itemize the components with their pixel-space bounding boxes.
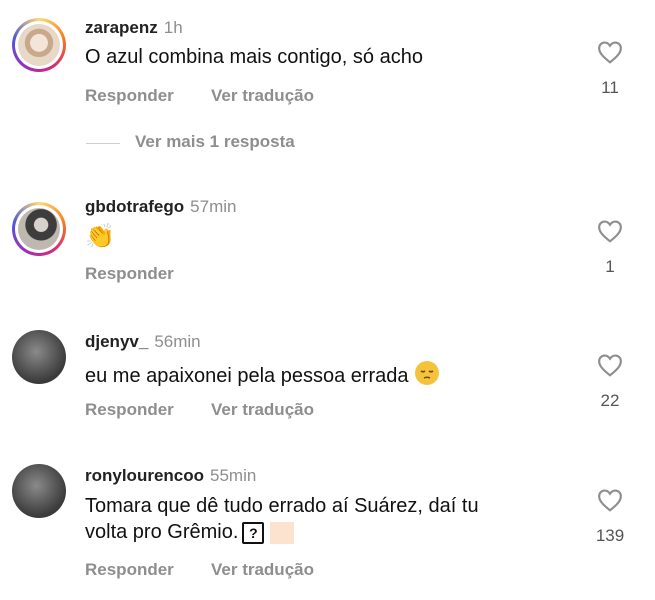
timestamp: 55min	[210, 466, 257, 485]
comment-text-block: Tomara que dê tudo errado aí Suárez, daí…	[85, 493, 555, 545]
translate-button[interactable]: Ver tradução	[211, 560, 314, 580]
comment-text: 👏	[85, 223, 115, 250]
reply-button[interactable]: Responder	[85, 400, 174, 420]
comment-text-row: eu me apaixonei pela pessoa errada	[85, 360, 555, 393]
like-control[interactable]: 139	[591, 488, 629, 546]
username[interactable]: djenyv_	[85, 332, 148, 351]
avatar[interactable]	[12, 202, 66, 256]
heart-outline-icon[interactable]	[597, 353, 623, 377]
comment-header: ronylourencoo 55min	[85, 466, 256, 486]
pensive-face-icon	[414, 360, 440, 393]
username[interactable]: ronylourencoo	[85, 466, 204, 485]
comment-text-line-2: volta pro Grêmio.	[85, 521, 239, 543]
comment-header: zarapenz 1h	[85, 18, 183, 38]
avatar[interactable]	[12, 330, 66, 384]
comment-header: gbdotrafego 57min	[85, 197, 236, 217]
timestamp: 1h	[163, 18, 183, 37]
divider-line	[86, 143, 120, 144]
blank-glyph	[270, 521, 295, 544]
avatar[interactable]	[12, 18, 66, 72]
avatar[interactable]	[12, 464, 66, 518]
timestamp: 57min	[190, 197, 237, 216]
translate-button[interactable]: Ver tradução	[211, 86, 314, 106]
like-count: 11	[601, 78, 619, 97]
heart-outline-icon[interactable]	[597, 488, 623, 512]
translate-button[interactable]: Ver tradução	[211, 400, 314, 420]
reply-button[interactable]: Responder	[85, 560, 174, 580]
comment-text-line-2-row: volta pro Grêmio.?	[85, 519, 555, 545]
heart-outline-icon[interactable]	[597, 40, 623, 64]
unknown-glyph-icon: ?	[242, 521, 265, 544]
comment-text: eu me apaixonei pela pessoa errada	[85, 364, 409, 387]
username[interactable]: zarapenz	[85, 18, 158, 37]
like-control[interactable]: 22	[595, 353, 625, 411]
reply-button[interactable]: Responder	[85, 264, 174, 284]
like-count: 22	[600, 391, 620, 410]
like-control[interactable]: 1	[595, 219, 625, 277]
comment-text-line-1: Tomara que dê tudo errado aí Suárez, daí…	[85, 495, 479, 517]
like-count: 1	[605, 257, 615, 276]
reply-button[interactable]: Responder	[85, 86, 174, 106]
heart-outline-icon[interactable]	[597, 219, 623, 243]
comment-text: O azul combina mais contigo, só acho	[85, 46, 423, 68]
username[interactable]: gbdotrafego	[85, 197, 184, 216]
timestamp: 56min	[154, 332, 201, 351]
view-more-replies-label[interactable]: Ver mais 1 resposta	[135, 132, 295, 152]
like-control[interactable]: 11	[595, 40, 625, 98]
comment-header: djenyv_ 56min	[85, 332, 201, 352]
like-count: 139	[595, 526, 625, 545]
